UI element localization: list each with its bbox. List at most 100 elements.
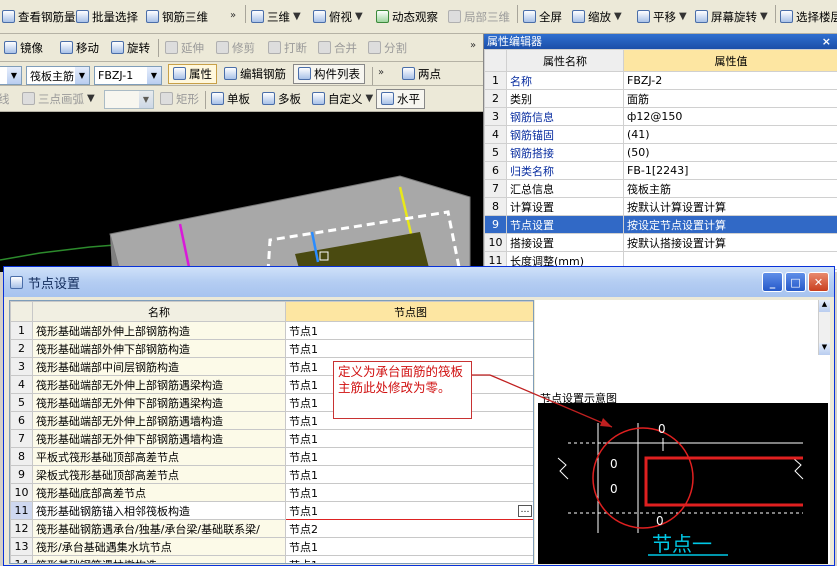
two-point-button[interactable]: 两点 — [402, 62, 441, 85]
node-diagram-value[interactable]: 节点1 — [285, 321, 533, 340]
vertical-scrollbar[interactable]: ▲ ▼ — [818, 300, 830, 355]
node-diagram-value[interactable]: 节点2 — [285, 519, 533, 538]
ellipsis-button[interactable]: … — [518, 504, 532, 517]
break-button[interactable]: 打断 — [268, 34, 307, 61]
chevron-down-icon[interactable]: ▼ — [293, 11, 301, 22]
property-value[interactable]: FBZJ-2 — [623, 71, 837, 90]
node-diagram-value[interactable]: 节点1 — [285, 339, 533, 358]
fullscreen-button[interactable]: 全屏 — [523, 0, 562, 33]
scroll-down-icon[interactable]: ▼ — [819, 343, 830, 355]
property-row[interactable]: 4 钢筋锚固 (41) — [484, 125, 837, 144]
edit-rebar-button[interactable]: 编辑钢筋 — [224, 62, 286, 85]
local-3d-button[interactable]: 局部三维 — [448, 0, 510, 33]
property-value[interactable]: (41) — [623, 125, 837, 144]
node-diagram-value[interactable]: 节点1 — [285, 429, 533, 448]
node-row[interactable]: 14筏形基础钢筋遇柱墩构造节点1 — [10, 555, 533, 563]
chevron-down-icon[interactable]: ▼ — [355, 11, 363, 22]
node-row[interactable]: 8 平板式筏形基础顶部高差节点 节点1 — [10, 447, 533, 466]
chevron-down-icon[interactable]: ▼ — [147, 67, 161, 84]
property-row[interactable]: 2 类别 面筋 — [484, 89, 837, 108]
property-value[interactable]: 按默认搭接设置计算 — [623, 233, 837, 252]
extend-button[interactable]: 延伸 — [165, 34, 204, 61]
horizontal-button[interactable]: 水平 — [376, 86, 425, 111]
properties-button[interactable]: 属性 — [168, 62, 217, 85]
multi-slab-button[interactable]: 多板 — [262, 86, 301, 111]
view-rebar-amount-button[interactable]: 查看钢筋量 — [2, 0, 76, 33]
drawing-viewport[interactable] — [0, 112, 483, 272]
chevron-down-icon[interactable]: ▼ — [139, 91, 153, 108]
node-row[interactable]: 11 筏形基础钢筋锚入相邻筏板构造 节点1… — [10, 501, 533, 520]
pan-button[interactable]: 平移 ▼ — [637, 0, 687, 33]
property-row[interactable]: 8 计算设置 按默认计算设置计算 — [484, 197, 837, 216]
top-view-button[interactable]: 俯视 ▼ — [313, 0, 363, 33]
chevron-down-icon[interactable]: ▼ — [87, 93, 95, 104]
single-slab-button[interactable]: 单板 — [211, 86, 250, 111]
node-row[interactable]: 12 筏形基础钢筋遇承台/独基/承台梁/基础联系梁/节点2 — [10, 519, 533, 538]
property-value[interactable]: (50) — [623, 143, 837, 162]
property-value[interactable]: 面筋 — [623, 89, 837, 108]
custom-button[interactable]: 自定义 ▼ — [312, 86, 373, 111]
dynamic-observe-button[interactable]: 动态观察 — [376, 0, 438, 33]
node-table-container[interactable]: 名称 节点图 1 筏形基础端部外伸上部钢筋构造 节点1 2 筏形基础端部外伸下部钢筋构造… — [9, 300, 534, 564]
minimize-button[interactable]: _ — [762, 272, 783, 292]
line-button[interactable]: 线 — [0, 86, 10, 111]
property-value[interactable]: 按默认计算设置计算 — [623, 197, 837, 216]
node-row[interactable]: 2 筏形基础端部外伸下部钢筋构造 节点1 — [10, 339, 533, 358]
chevron-down-icon[interactable]: ▼ — [679, 11, 687, 22]
rotate-button[interactable]: 旋转 — [111, 34, 150, 61]
property-row[interactable]: 5 钢筋搭接 (50) — [484, 143, 837, 162]
property-row[interactable]: 9 节点设置 按设定节点设置计算 — [484, 215, 837, 234]
mirror-button[interactable]: 镜像 — [4, 34, 43, 61]
merge-button[interactable]: 合并 — [318, 34, 357, 61]
property-row[interactable]: 1 名称 FBZJ-2 — [484, 71, 837, 90]
node-diagram-value[interactable]: 节点1 — [285, 483, 533, 502]
component-list-button[interactable]: 构件列表 — [293, 62, 365, 85]
view-3d-button[interactable]: 三维 ▼ — [251, 0, 301, 33]
move-button[interactable]: 移动 — [60, 34, 99, 61]
select-floor-button[interactable]: 选择楼层 — [780, 0, 837, 33]
split-button[interactable]: 分割 — [368, 34, 407, 61]
batch-select-button[interactable]: 批量选择 — [76, 0, 138, 33]
rectangle-button[interactable]: 矩形 — [160, 86, 199, 111]
scroll-up-icon[interactable]: ▲ — [819, 300, 830, 312]
property-row[interactable]: 3 钢筋信息 ф12@150 — [484, 107, 837, 126]
property-row[interactable]: 7 汇总信息 筏板主筋 — [484, 179, 837, 198]
property-value[interactable]: ф12@150 — [623, 107, 837, 126]
maximize-button[interactable]: □ — [785, 272, 806, 292]
node-diagram-value[interactable]: 节点1 — [285, 555, 533, 563]
component-type-select[interactable]: 筏板主筋 ▼ — [26, 66, 90, 85]
chevron-down-icon[interactable]: ▼ — [614, 11, 622, 22]
three-point-arc-button[interactable]: 三点画弧 ▼ — [22, 86, 95, 111]
property-value[interactable]: 筏板主筋 — [623, 179, 837, 198]
arc-option-select[interactable]: ▼ — [104, 90, 154, 109]
toolbar-overflow-icon[interactable]: » — [230, 10, 236, 21]
toolbar-overflow-icon[interactable]: » — [378, 67, 384, 78]
chevron-down-icon[interactable]: ▼ — [75, 67, 89, 84]
toolbar-overflow-icon[interactable]: » — [470, 40, 476, 51]
node-diagram-value[interactable]: 节点1 — [285, 447, 533, 466]
property-row[interactable]: 6 归类名称 FB-1[2243] — [484, 161, 837, 180]
property-value[interactable]: 按设定节点设置计算 — [623, 215, 837, 234]
dialog-title-bar[interactable]: 节点设置 — [4, 267, 834, 297]
node-row[interactable]: 7 筏形基础端部无外伸下部钢筋遇墙构造 节点1 — [10, 429, 533, 448]
node-diagram-value[interactable]: 节点1 — [285, 537, 533, 556]
node-diagram-value[interactable]: 节点1… — [285, 501, 533, 520]
close-button[interactable]: ✕ — [808, 272, 829, 292]
type-select[interactable]: ▼ — [0, 66, 22, 85]
chevron-down-icon[interactable]: ▼ — [7, 67, 21, 84]
pin-icon[interactable]: × — [822, 34, 837, 49]
node-row[interactable]: 10 筏形基础底部高差节点 节点1 — [10, 483, 533, 502]
node-row[interactable]: 13 筏形/承台基础遇集水坑节点 节点1 — [10, 537, 533, 556]
component-name-select[interactable]: FBZJ-1 ▼ — [94, 66, 162, 85]
zoom-button[interactable]: 缩放 ▼ — [572, 0, 622, 33]
property-value[interactable]: FB-1[2243] — [623, 161, 837, 180]
rebar-3d-button[interactable]: 钢筋三维 — [146, 0, 208, 33]
chevron-down-icon[interactable]: ▼ — [366, 93, 374, 104]
trim-button[interactable]: 修剪 — [216, 34, 255, 61]
property-row[interactable]: 10 搭接设置 按默认搭接设置计算 — [484, 233, 837, 252]
node-diagram-value[interactable]: 节点1 — [285, 465, 533, 484]
screen-rotate-button[interactable]: 屏幕旋转 ▼ — [695, 0, 768, 33]
node-row[interactable]: 1 筏形基础端部外伸上部钢筋构造 节点1 — [10, 321, 533, 340]
chevron-down-icon[interactable]: ▼ — [760, 11, 768, 22]
node-row[interactable]: 9 梁板式筏形基础顶部高差节点 节点1 — [10, 465, 533, 484]
